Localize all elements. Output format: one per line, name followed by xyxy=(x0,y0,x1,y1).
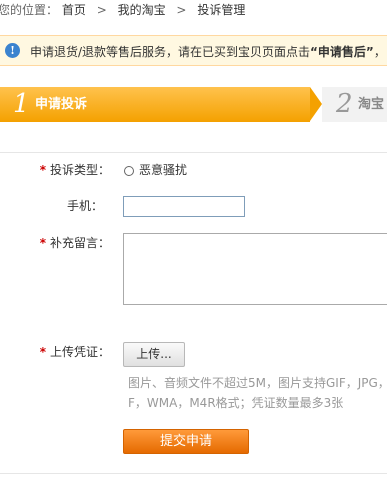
step-1-number: 1 xyxy=(13,89,30,119)
upload-button[interactable]: 上传... xyxy=(123,342,185,367)
complaint-type-option-label[interactable]: 恶意骚扰 xyxy=(139,162,187,178)
required-mark: * xyxy=(39,345,46,359)
notice-text: 申请退货/退款等售后服务，请在已买到宝贝页面点击“申请售后”， xyxy=(30,45,386,59)
progress-steps: 1 申请投诉 2 淘宝 xyxy=(0,87,387,122)
breadcrumb-separator: > xyxy=(176,3,187,17)
breadcrumb-current: 投诉管理 xyxy=(197,3,246,17)
breadcrumb-my-taobao-link[interactable]: 我的淘宝 xyxy=(118,3,166,17)
divider xyxy=(0,473,387,474)
info-icon: ! xyxy=(5,43,20,58)
upload-hint-line-1: 图片、音频文件不超过5M，图片支持GIF，JPG， xyxy=(128,376,387,390)
upload-label: * 上传凭证： xyxy=(39,345,110,359)
upload-hint-line-2: F，WMA，M4R格式；凭证数量最多3张 xyxy=(128,396,344,410)
phone-input[interactable] xyxy=(123,196,245,217)
breadcrumb-separator: > xyxy=(96,3,107,17)
breadcrumb-home-link[interactable]: 首页 xyxy=(62,3,86,17)
divider xyxy=(0,152,387,153)
phone-label: 手机： xyxy=(66,199,103,213)
submit-button[interactable]: 提交申请 xyxy=(123,429,249,454)
required-mark: * xyxy=(39,236,46,250)
message-label: * 补充留言： xyxy=(39,236,110,250)
step-2: 2 淘宝 xyxy=(322,87,387,122)
message-textarea[interactable] xyxy=(123,233,387,305)
notice-emphasis: “申请售后” xyxy=(310,45,374,59)
step-1-label: 申请投诉 xyxy=(35,97,88,112)
after-sales-notice: ! 申请退货/退款等售后服务，请在已买到宝贝页面点击“申请售后”， xyxy=(0,35,387,66)
breadcrumb-prefix: 您的位置： xyxy=(0,3,59,17)
complaint-type-radio[interactable] xyxy=(124,166,134,176)
step-1-active: 1 申请投诉 xyxy=(0,87,310,122)
required-mark: * xyxy=(39,163,46,177)
step-2-label: 淘宝 xyxy=(358,97,385,112)
breadcrumb: 您的位置： 首页 > 我的淘宝 > 投诉管理 xyxy=(0,2,245,18)
step-2-number: 2 xyxy=(336,89,353,119)
step-arrow xyxy=(310,87,322,121)
complaint-type-label: * 投诉类型： xyxy=(39,163,110,177)
